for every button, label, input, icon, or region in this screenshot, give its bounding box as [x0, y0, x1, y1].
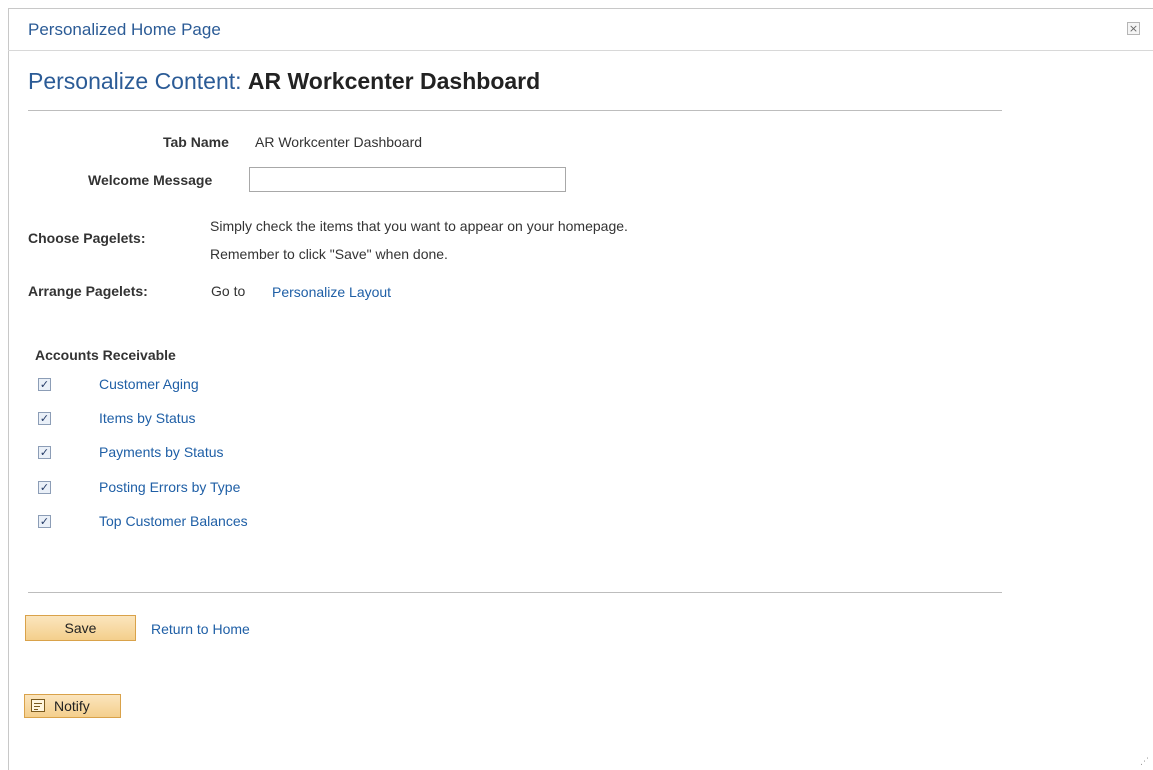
dialog-title: Personalized Home Page — [28, 20, 221, 39]
checkbox-checked-icon[interactable]: ✓ — [38, 515, 51, 528]
return-to-home-link[interactable]: Return to Home — [151, 621, 250, 637]
welcome-message-input[interactable] — [249, 167, 566, 192]
notify-icon — [31, 699, 45, 712]
pagelet-posting-errors-by-type[interactable]: Posting Errors by Type — [99, 479, 240, 495]
top-divider — [28, 110, 1002, 111]
pagelet-customer-aging[interactable]: Customer Aging — [99, 376, 199, 392]
welcome-message-label: Welcome Message — [88, 172, 213, 188]
page-title: Personalize Content: AR Workcenter Dashb… — [28, 68, 540, 95]
pagelet-payments-by-status[interactable]: Payments by Status — [99, 444, 224, 460]
checkbox-checked-icon[interactable]: ✓ — [38, 481, 51, 494]
page-title-name: AR Workcenter Dashboard — [247, 68, 541, 94]
title-divider — [8, 50, 1153, 51]
pagelet-group-title: Accounts Receivable — [35, 347, 176, 363]
pagelet-items-by-status[interactable]: Items by Status — [99, 410, 195, 426]
notify-button[interactable]: Notify — [24, 694, 121, 718]
arrange-pagelets-label: Arrange Pagelets: — [28, 283, 148, 299]
bottom-divider — [28, 592, 1002, 593]
choose-instructions-line1: Simply check the items that you want to … — [210, 218, 628, 234]
tab-name-label: Tab Name — [163, 134, 229, 150]
checkbox-checked-icon[interactable]: ✓ — [38, 446, 51, 459]
personalize-layout-link[interactable]: Personalize Layout — [272, 284, 391, 300]
choose-pagelets-label: Choose Pagelets: — [28, 230, 146, 246]
go-to-text: Go to — [211, 283, 246, 299]
page-title-prefix: Personalize Content: — [28, 68, 248, 94]
close-icon[interactable]: × — [1127, 22, 1140, 35]
choose-instructions-line2: Remember to click "Save" when done. — [210, 246, 448, 262]
checkbox-checked-icon[interactable]: ✓ — [38, 378, 51, 391]
pagelet-top-customer-balances[interactable]: Top Customer Balances — [99, 513, 248, 529]
save-button[interactable]: Save — [25, 615, 136, 641]
checkbox-checked-icon[interactable]: ✓ — [38, 412, 51, 425]
notify-label: Notify — [54, 698, 90, 714]
tab-name-value: AR Workcenter Dashboard — [255, 134, 423, 150]
resize-grip-icon[interactable]: ⋰ — [1140, 757, 1149, 767]
